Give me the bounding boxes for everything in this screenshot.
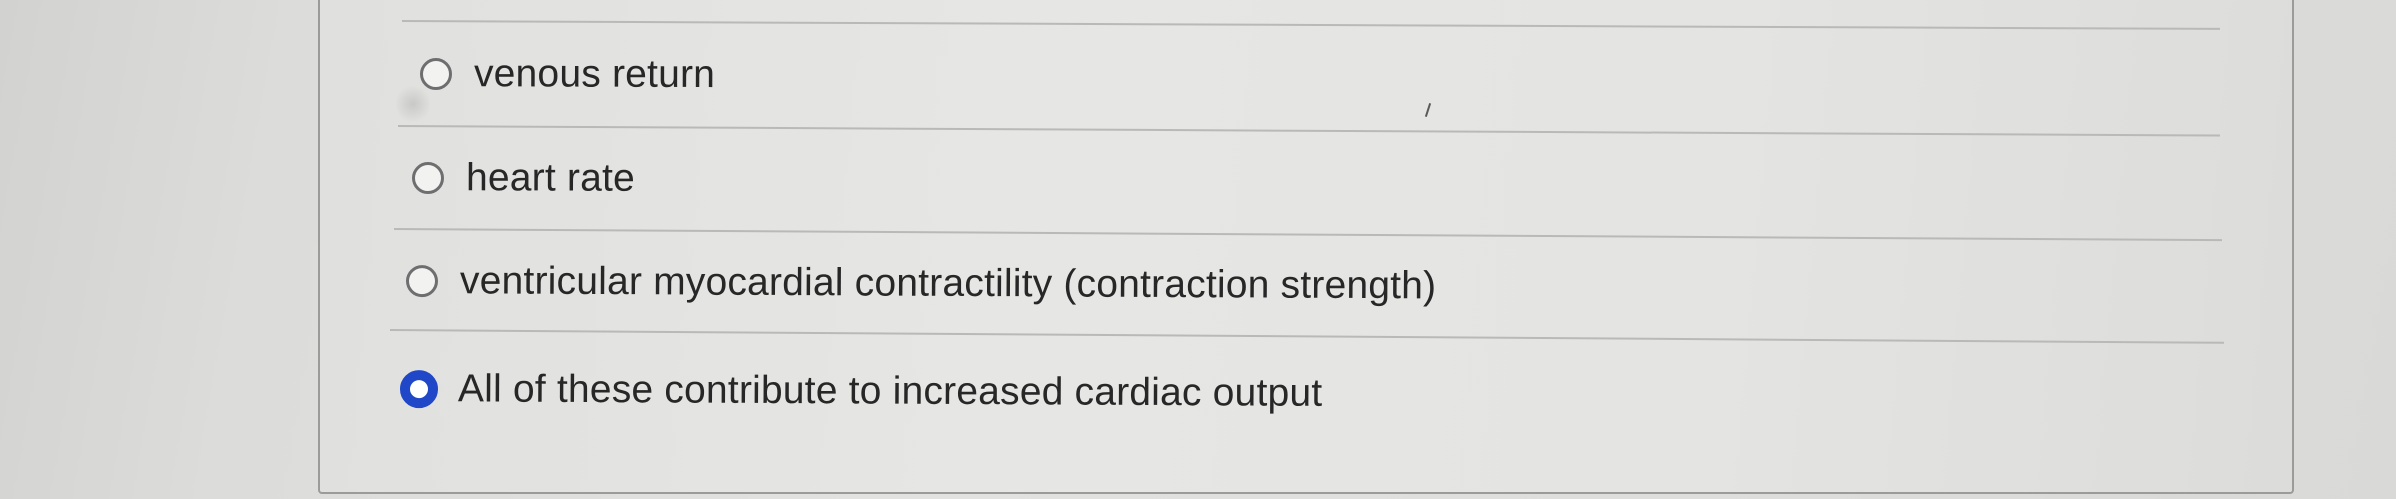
radio-button-unselected[interactable] [411, 162, 445, 195]
option-label: heart rate [465, 156, 636, 200]
option-venous-return[interactable]: venous return [419, 52, 716, 97]
option-label: ventricular myocardial contractility (co… [459, 259, 1437, 308]
option-label: All of these contribute to increased car… [457, 367, 1323, 415]
radio-button-unselected[interactable] [405, 265, 439, 298]
radio-button-selected[interactable] [399, 370, 439, 409]
option-all-of-these[interactable]: All of these contribute to increased car… [399, 367, 1323, 416]
option-heart-rate[interactable]: heart rate [411, 156, 636, 201]
radio-button-unselected[interactable] [419, 58, 453, 91]
option-ventricular-contractility[interactable]: ventricular myocardial contractility (co… [405, 259, 1437, 308]
option-label: venous return [473, 52, 716, 97]
